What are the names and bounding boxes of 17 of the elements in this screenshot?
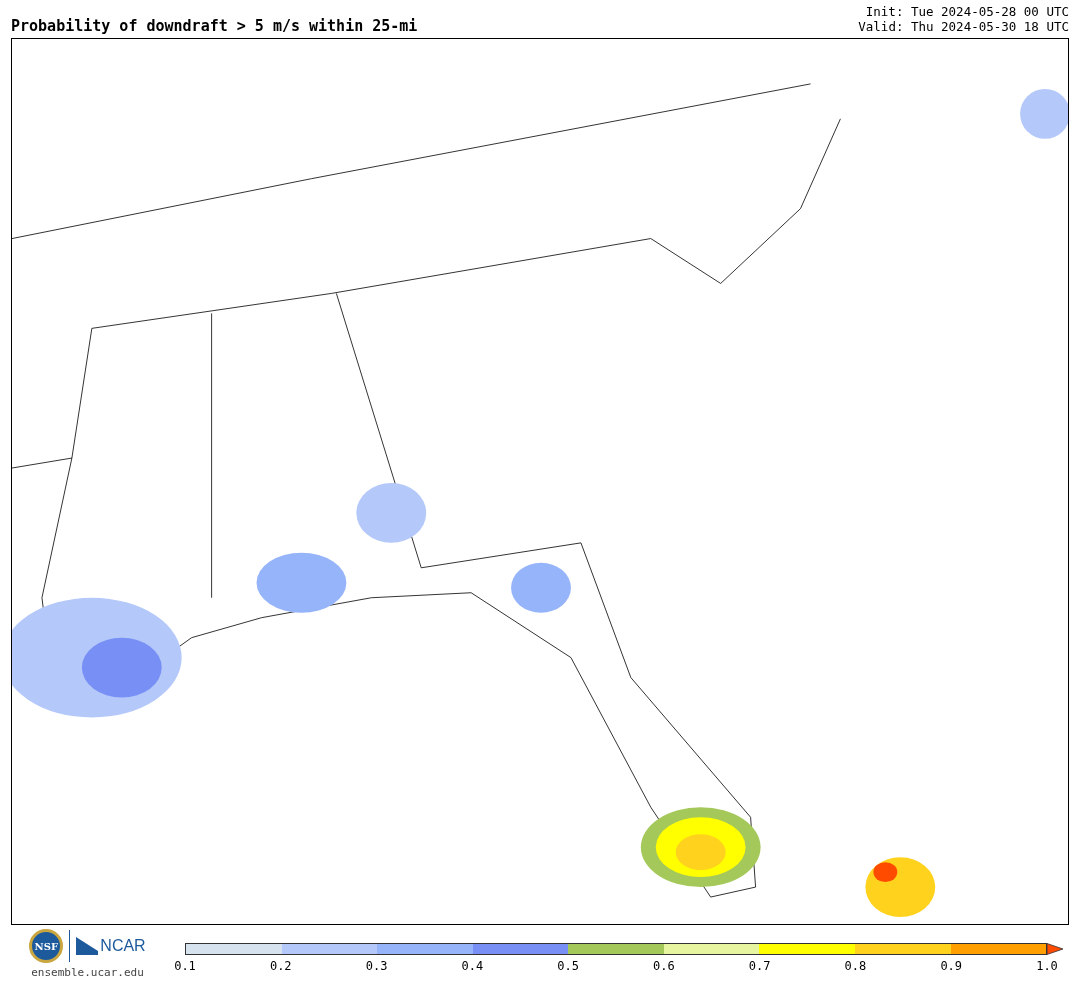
valid-time: Valid: Thu 2024-05-30 18 UTC: [858, 19, 1069, 34]
chart-title: Probability of downdraft > 5 m/s within 25-mi: [11, 19, 418, 34]
tick-label: 1.0: [1036, 958, 1058, 975]
nsf-logo: NSF: [29, 929, 64, 963]
tick-label: 0.4: [461, 958, 484, 975]
tick-label: 0.5: [557, 958, 579, 975]
init-time: Init: Tue 2024-05-28 00 UTC: [865, 4, 1069, 19]
tick-label: 0.3: [365, 958, 388, 975]
site-url: ensemble.ucar.edu: [31, 965, 144, 981]
tick-label: 0.2: [269, 958, 292, 975]
tick-label: 0.9: [940, 958, 963, 975]
ncar-mark-icon: [76, 937, 99, 955]
tick-label: 0.7: [748, 958, 771, 975]
tick-label: 0.6: [653, 958, 675, 975]
tick-label: 0.8: [844, 958, 867, 975]
tick-label: 0.1: [174, 958, 196, 975]
ncar-logo: NCAR: [100, 936, 146, 956]
